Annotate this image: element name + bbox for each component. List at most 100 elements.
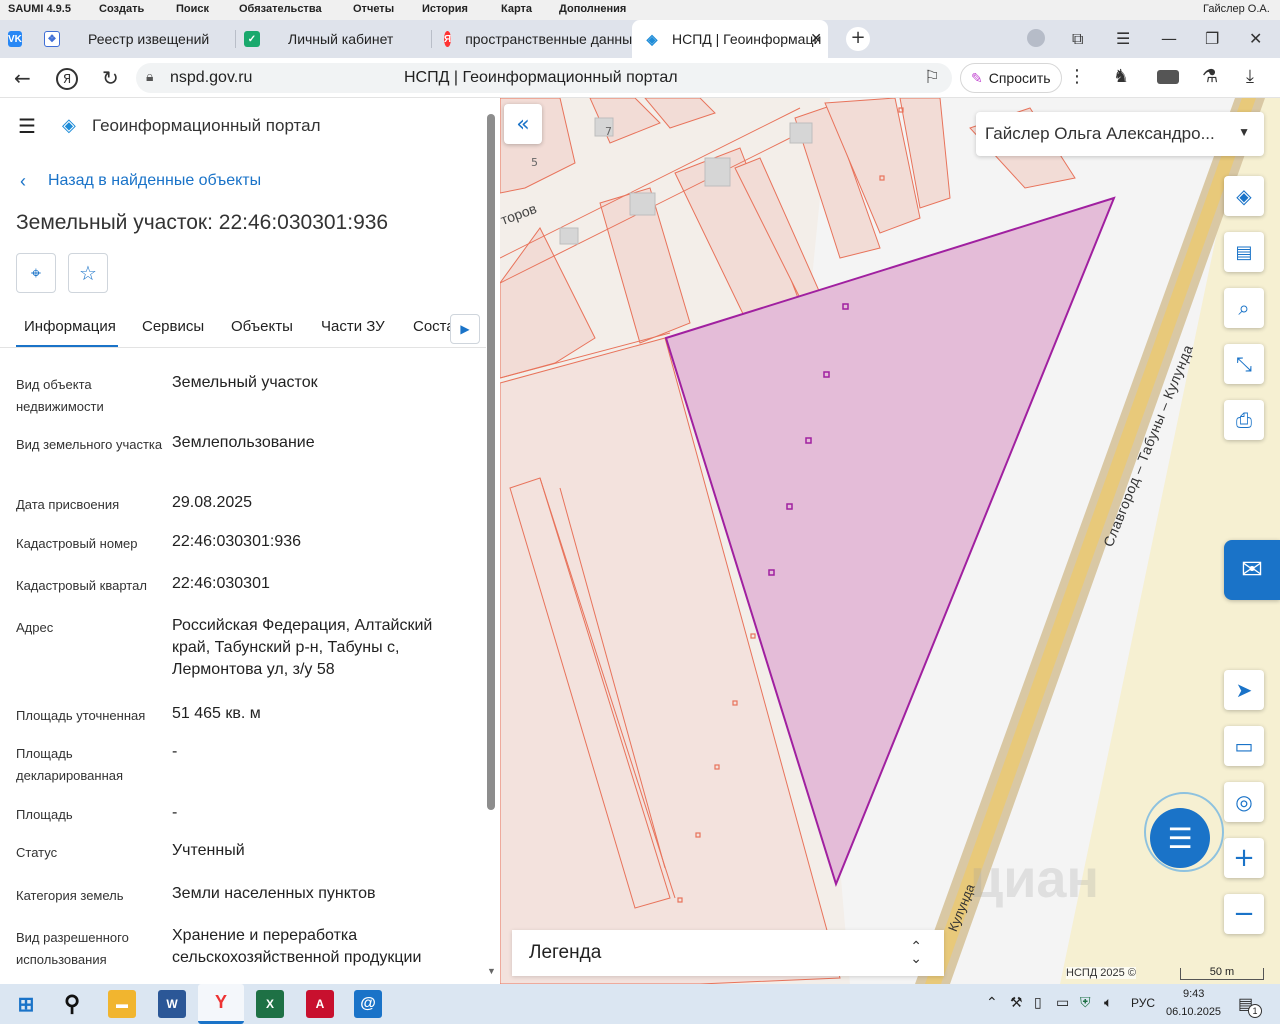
zoom-in-icon[interactable]: + [1224, 838, 1264, 878]
nspd-icon: ◈ [644, 31, 660, 47]
word-icon[interactable]: W [158, 990, 186, 1018]
extension2-icon[interactable] [1157, 70, 1179, 84]
downloads-icon[interactable]: ⤓ [1246, 66, 1254, 87]
tab-composition[interactable]: Соста [413, 318, 455, 335]
ask-label: Спросить [988, 70, 1051, 86]
my-location-icon[interactable]: ◎ [1224, 782, 1264, 822]
attr-label: Кадастровый квартал [16, 578, 147, 593]
house-number: 7 [605, 125, 612, 138]
extension-icon[interactable]: ♞ [1113, 66, 1129, 87]
panel-scrollbar[interactable] [487, 114, 495, 810]
chevron-left-icon[interactable]: ‹ [20, 171, 26, 192]
start-icon[interactable]: ⊞ [12, 990, 40, 1018]
battery-icon[interactable]: ▯ [1034, 994, 1042, 1011]
excel-icon[interactable]: X [256, 990, 284, 1018]
layers-icon[interactable]: ◈ [1224, 176, 1264, 216]
tab-services[interactable]: Сервисы [142, 318, 204, 335]
yandex-home-icon[interactable]: Я [56, 68, 78, 90]
menu-item-app[interactable]: SAUMI 4.9.5 [8, 3, 71, 15]
volume-icon[interactable]: 🔈︎ [1104, 994, 1112, 1011]
restore-icon[interactable]: ❐ [1205, 29, 1219, 48]
tabs-scroll-right-icon[interactable]: ▶ [450, 314, 480, 344]
new-tab-icon[interactable]: + [846, 27, 870, 51]
minimize-icon[interactable]: — [1161, 29, 1177, 48]
explorer-icon[interactable]: ▬ [108, 990, 136, 1018]
security-icon[interactable]: ⛨ [1080, 994, 1091, 1011]
tab-label: Реестр извещений [88, 31, 210, 47]
extension3-icon[interactable]: ⚗ [1202, 66, 1218, 87]
attr-value: 29.08.2025 [172, 494, 253, 511]
search-icon[interactable]: ⚲ [58, 990, 86, 1018]
back-icon[interactable]: ← [14, 66, 31, 90]
print-icon[interactable]: ⎙ [1224, 400, 1264, 440]
zoom-out-icon[interactable]: − [1224, 894, 1264, 934]
collapse-panel-icon[interactable]: « [504, 104, 542, 144]
tab-information[interactable]: Информация [24, 318, 116, 335]
pdf-icon[interactable]: A [306, 990, 334, 1018]
menu-item-reports[interactable]: Отчеты [353, 3, 394, 15]
share-icon[interactable]: ⤡ [1224, 344, 1264, 384]
more-options-icon[interactable]: ⋮ [1068, 66, 1086, 87]
menu-item-search[interactable]: Поиск [176, 3, 209, 15]
attr-label: Кадастровый номер [16, 536, 138, 551]
menu-item-create[interactable]: Создать [99, 3, 144, 15]
copyright: НСПД 2025 © [1066, 967, 1136, 979]
tab-objects[interactable]: Объекты [231, 318, 293, 335]
bookmark-icon[interactable]: ⚐ [924, 67, 940, 88]
navigate-icon[interactable]: ➤ [1224, 670, 1264, 710]
tab-label: НСПД | Геоинформаци [672, 31, 822, 47]
tab-yandex[interactable]: Я пространственные данны [432, 20, 632, 58]
tray-app-icon[interactable]: ⚒ [1010, 994, 1023, 1011]
attr-value: Земельный участок [172, 374, 318, 391]
scroll-down-icon[interactable]: ▼ [487, 966, 496, 976]
favorite-star-icon[interactable]: ☆ [68, 253, 108, 293]
map-view[interactable]: торов 5 7 Славгород – Табуны – Кулунда К… [500, 98, 1280, 984]
tab-registry[interactable]: ❖ Реестр извещений [40, 20, 236, 58]
menu-item-addons[interactable]: Дополнения [559, 3, 626, 15]
menu-item-history[interactable]: История [422, 3, 468, 15]
attr-value: Российская Федерация, Алтайский край, Та… [172, 617, 433, 678]
attr-label: Категория земель [16, 888, 124, 903]
tab-cabinet[interactable]: ✓ Личный кабинет [236, 20, 432, 58]
attr-label: Вид земельного участка [16, 437, 163, 452]
user-select[interactable]: Гайслер Ольга Александро... ▼ [976, 112, 1264, 156]
menu-item-map[interactable]: Карта [501, 3, 532, 15]
network-icon[interactable]: ▭ [1056, 994, 1069, 1011]
bookmarks-panel-icon[interactable]: ⧉ [1072, 29, 1083, 49]
tray-expand-icon[interactable]: ⌃ [986, 994, 998, 1011]
clock-time[interactable]: 9:43 [1183, 988, 1204, 1000]
back-link[interactable]: Назад в найденные объекты [48, 172, 261, 190]
attr-value: Хранение и переработка сельскохозяйствен… [172, 927, 422, 966]
ruler-icon[interactable]: ▤ [1224, 232, 1264, 272]
legend-panel[interactable]: Легенда ⌃ ⌄ [512, 930, 944, 976]
minimap-icon[interactable]: ▭ [1224, 726, 1264, 766]
yandex-browser-icon[interactable]: Y [198, 984, 244, 1024]
language-indicator[interactable]: РУС [1131, 996, 1155, 1010]
menu-icon[interactable]: ☰ [1116, 29, 1130, 48]
close-tab-icon[interactable]: ✕ [810, 30, 822, 47]
area-search-icon[interactable]: ⌕ [1224, 288, 1264, 328]
mail-icon[interactable]: @ [354, 990, 382, 1018]
attr-value: - [172, 804, 178, 821]
locate-object-icon[interactable]: ⌖ [16, 253, 56, 293]
ask-button[interactable]: ✎ Спросить [960, 63, 1062, 93]
house-number: 5 [531, 156, 538, 169]
hamburger-icon[interactable]: ☰ [18, 114, 36, 139]
attr-value: 22:46:030301:936 [172, 533, 302, 550]
close-window-icon[interactable]: ✕ [1249, 29, 1262, 48]
menu-item-obligations[interactable]: Обязательства [239, 3, 322, 15]
tab-label: Личный кабинет [288, 31, 394, 47]
scale-bar: 50 m [1180, 967, 1264, 980]
reload-icon[interactable]: ↻ [102, 66, 119, 90]
user-select-value: Гайслер Ольга Александро... [985, 124, 1215, 143]
feedback-icon[interactable]: ✉ [1224, 540, 1280, 600]
attr-value: 22:46:030301 [172, 575, 270, 592]
tab-parts[interactable]: Части ЗУ [321, 318, 385, 335]
profile-icon[interactable] [1027, 29, 1045, 47]
url-field[interactable]: 🔒︎ nspd.gov.ru НСПД | Геоинформационный … [136, 63, 952, 93]
vk-tab[interactable]: VK [8, 20, 34, 58]
chat-icon[interactable]: ☰ [1150, 808, 1210, 868]
attr-value: 51 465 кв. м [172, 705, 261, 722]
clock-date[interactable]: 06.10.2025 [1166, 1006, 1221, 1018]
tab-nspd[interactable]: ◈ НСПД | Геоинформаци ✕ [632, 20, 828, 58]
